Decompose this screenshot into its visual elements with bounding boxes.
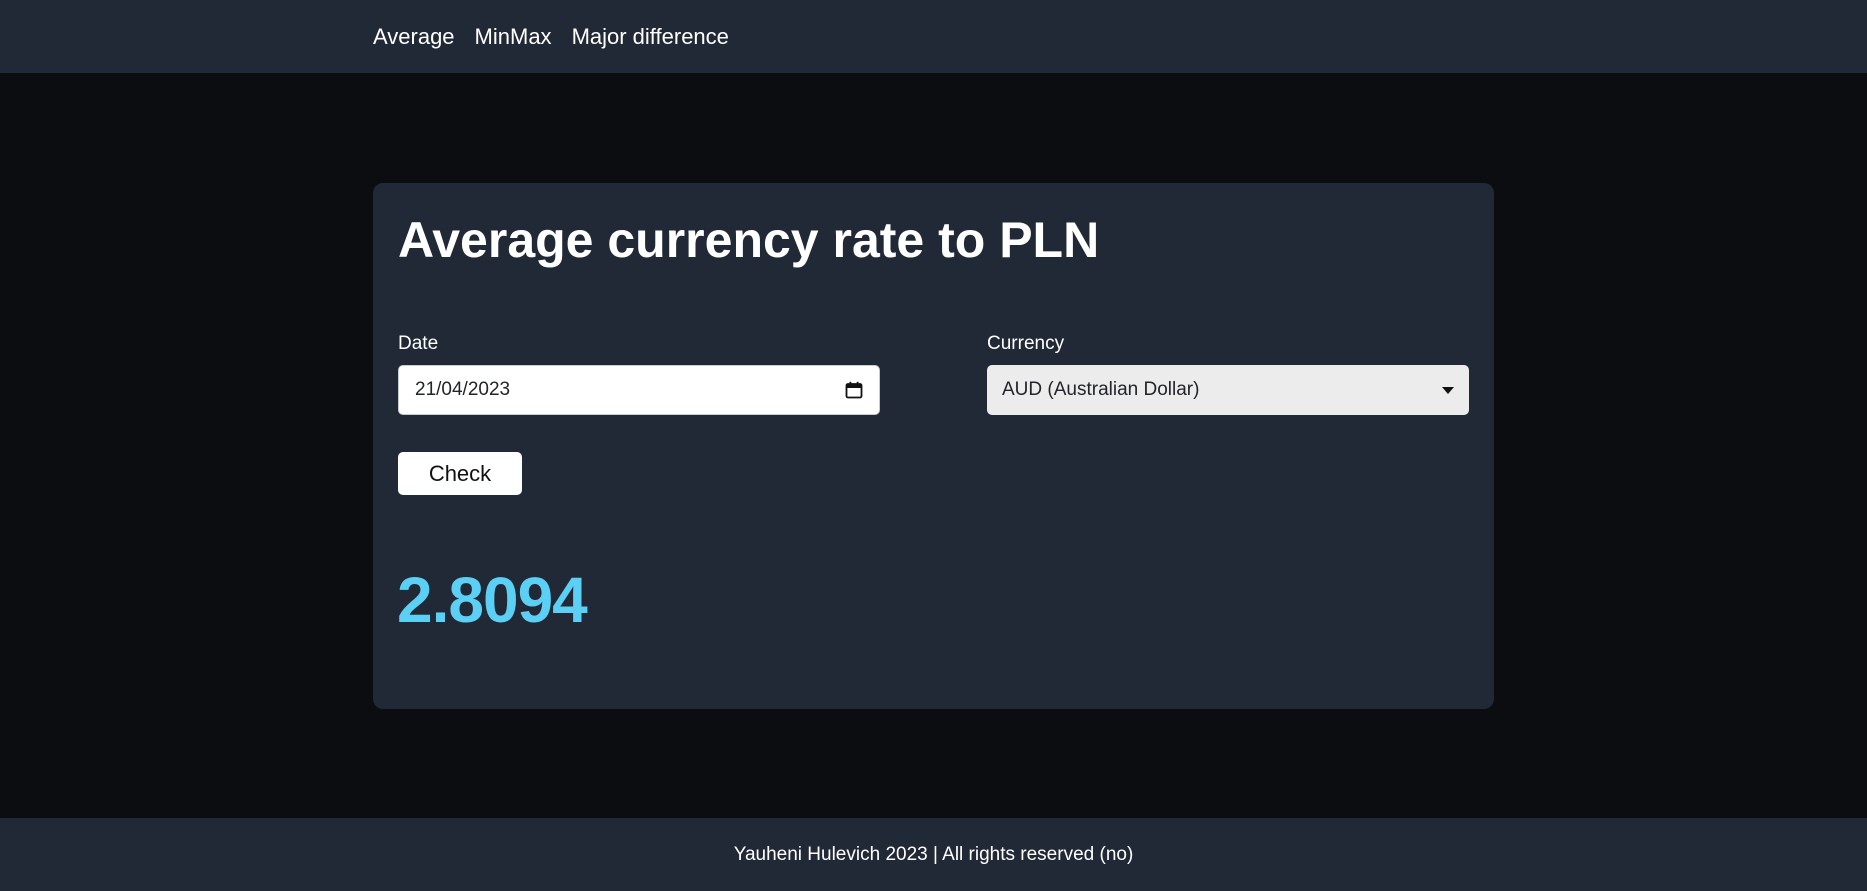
average-rate-result: 2.8094	[397, 564, 588, 636]
top-navbar: Average MinMax Major difference	[0, 0, 1867, 73]
nav-link-minmax[interactable]: MinMax	[475, 0, 552, 73]
date-label: Date	[398, 333, 439, 354]
footer: Yauheni Hulevich 2023 | All rights reser…	[0, 818, 1867, 891]
caret-down-icon	[1442, 386, 1454, 394]
currency-rate-card: Average currency rate to PLN Date 21/04/…	[373, 183, 1494, 709]
calendar-icon[interactable]	[845, 381, 863, 399]
footer-text: Yauheni Hulevich 2023 | All rights reser…	[733, 843, 1134, 865]
currency-label: Currency	[987, 333, 1065, 354]
currency-selected-value: AUD (Australian Dollar)	[1002, 379, 1200, 400]
page-title: Average currency rate to PLN	[398, 212, 1100, 268]
currency-select[interactable]: AUD (Australian Dollar)	[987, 365, 1469, 415]
date-value: 21/04/2023	[415, 379, 511, 400]
nav-link-average[interactable]: Average	[373, 0, 455, 73]
check-button[interactable]: Check	[398, 452, 522, 495]
date-input[interactable]: 21/04/2023	[398, 365, 880, 415]
nav-link-major-difference[interactable]: Major difference	[572, 0, 729, 73]
